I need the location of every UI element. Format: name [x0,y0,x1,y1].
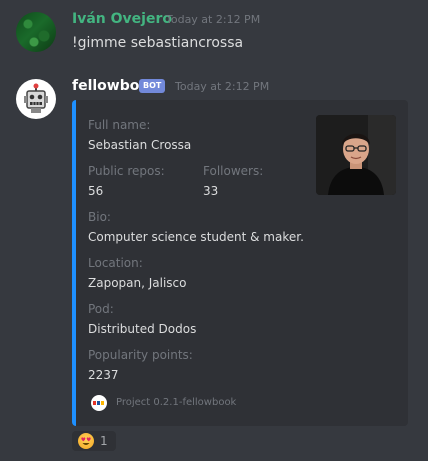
field-value-location: Zapopan, Jalisco [88,276,187,290]
message-timestamp: Today at 2:12 PM [175,80,270,93]
username-fellowbot[interactable]: fellowbot [72,77,146,95]
field-value-pod: Distributed Dodos [88,322,197,336]
message-timestamp: Today at 2:12 PM [166,13,261,26]
reaction-count: 1 [100,434,108,448]
bot-badge: BOT [139,79,166,93]
heart-eyes-emoji-icon [78,433,94,449]
embed-footer-text: Project 0.2.1-fellowbook [116,397,237,408]
field-name-bio: Bio: [88,210,111,224]
message-content: !gimme sebastiancrossa [72,35,244,51]
field-name-public-repos: Public repos: [88,164,165,178]
robot-icon [24,83,48,113]
user-avatar[interactable] [16,12,56,52]
profile-thumbnail[interactable] [316,115,396,195]
field-name-followers: Followers: [203,164,264,178]
profile-photo-icon [316,115,396,195]
username-ivan[interactable]: Iván Ovejero [72,10,172,28]
field-name-popularity: Popularity points: [88,348,193,362]
field-name-pod: Pod: [88,302,114,316]
field-name-location: Location: [88,256,143,270]
bot-avatar[interactable] [16,79,56,119]
field-name-full-name: Full name: [88,118,151,132]
field-value-bio: Computer science student & maker. [88,230,304,244]
field-value-followers: 33 [203,184,219,198]
profile-embed: Full name: Sebastian Crossa Public repos… [72,100,408,426]
field-value-popularity: 2237 [88,368,119,382]
reaction-button[interactable]: 1 [72,431,116,451]
field-value-public-repos: 56 [88,184,104,198]
field-value-full-name: Sebastian Crossa [88,138,192,152]
mlh-logo-icon [91,395,107,411]
